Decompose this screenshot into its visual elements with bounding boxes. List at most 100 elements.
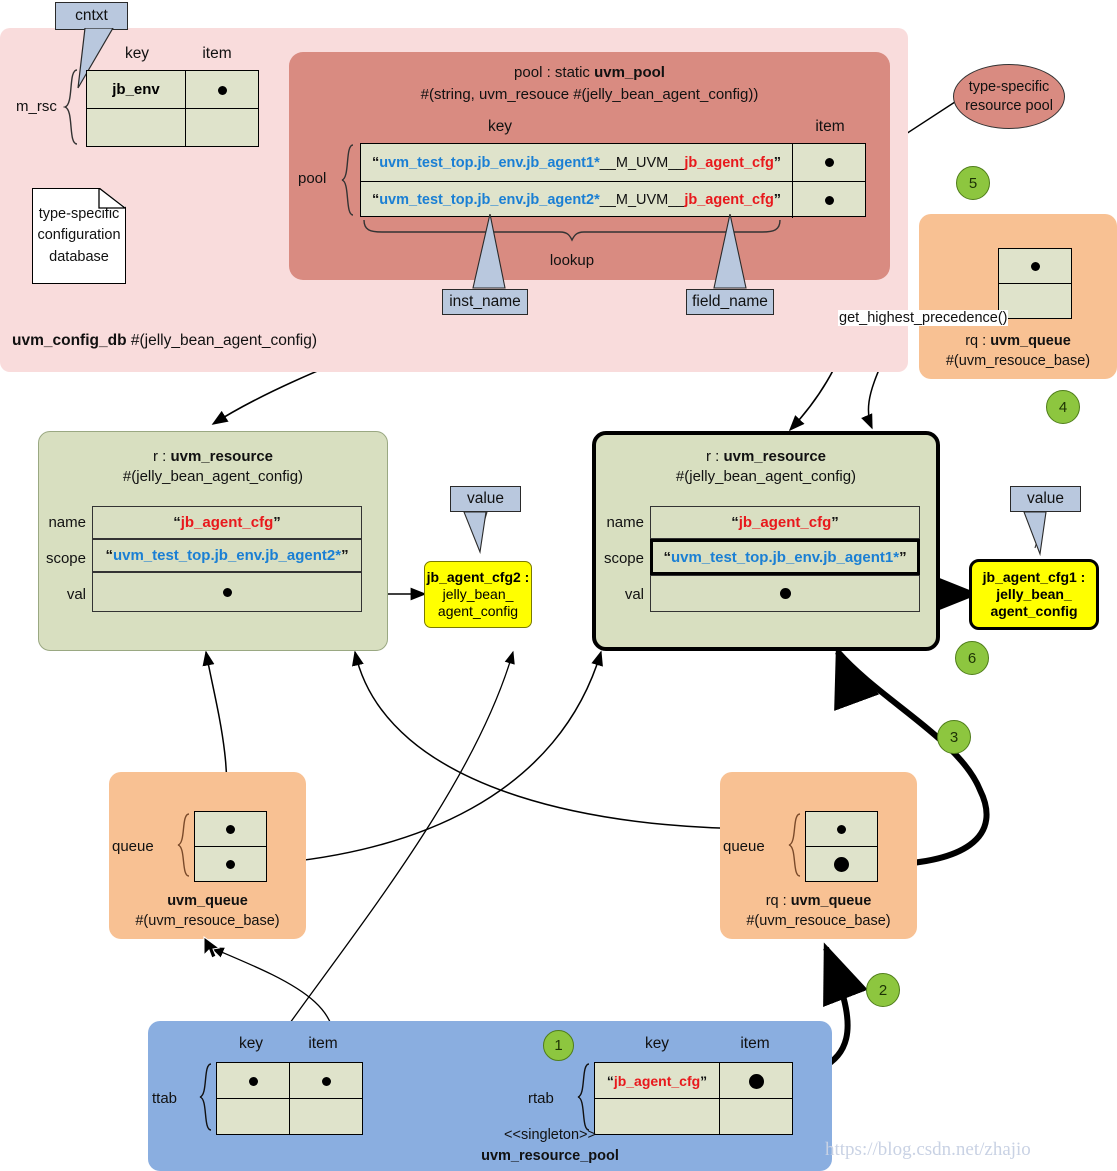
m-rsc-item-cell[interactable] bbox=[185, 70, 259, 109]
pool-label: pool bbox=[298, 170, 327, 187]
watermark: https://blog.csdn.net/zhajio bbox=[825, 1139, 1031, 1160]
queue-left-table[interactable] bbox=[194, 811, 267, 882]
table-row[interactable] bbox=[998, 248, 1072, 284]
m-rsc-key-value: jb_env bbox=[112, 81, 160, 98]
table-row[interactable] bbox=[805, 846, 878, 882]
queue-right-bold: uvm_queue bbox=[790, 893, 872, 909]
table-row[interactable]: “uvm_test_top.jb_env.jb_agent1* __M_UVM__… bbox=[361, 144, 865, 182]
pool-row-1-key-cell[interactable]: “uvm_test_top.jb_env.jb_agent2* __M_UVM__… bbox=[361, 182, 793, 218]
field-name-callout-tail bbox=[713, 214, 747, 289]
m-rsc-item-cell-empty[interactable] bbox=[185, 108, 259, 147]
m-rsc-label: m_rsc bbox=[16, 98, 57, 115]
jb-agent-cfg1-line3: agent_config bbox=[990, 602, 1078, 619]
jb-agent-cfg1-note[interactable]: jb_agent_cfg1 : jelly_bean_ agent_config bbox=[969, 559, 1099, 630]
tsrp-line-1: type-specific bbox=[968, 79, 1050, 96]
pool-row-1-inst: uvm_test_top.jb_env.jb_agent2* bbox=[379, 192, 600, 208]
m-rsc-table[interactable]: jb_env bbox=[86, 70, 259, 147]
type-specific-resource-pool-ellipse: type-specific resource pool bbox=[953, 64, 1065, 129]
table-row[interactable] bbox=[805, 811, 878, 847]
jb-agent-cfg1-head: jb_agent_cfg1 : bbox=[982, 569, 1086, 586]
pool-row-0-key-cell[interactable]: “uvm_test_top.jb_env.jb_agent1* __M_UVM__… bbox=[361, 144, 793, 181]
pool-table[interactable]: “uvm_test_top.jb_env.jb_agent1* __M_UVM__… bbox=[360, 143, 866, 218]
ttab-item-cell[interactable] bbox=[289, 1062, 363, 1099]
rtab-label: rtab bbox=[528, 1090, 554, 1107]
resource-left-name-label: name bbox=[48, 514, 86, 531]
pool-row-0-item-cell[interactable] bbox=[793, 144, 865, 181]
queue-left-bold: uvm_queue bbox=[167, 893, 248, 909]
step-circle-5: 5 bbox=[956, 166, 990, 200]
pointer-dot bbox=[226, 825, 235, 835]
get-highest-precedence-label: get_highest_precedence() bbox=[838, 310, 1009, 326]
resource-left-scope-field[interactable]: “uvm_test_top.jb_env.jb_agent2*” bbox=[92, 539, 362, 572]
rq-top-table[interactable] bbox=[998, 248, 1072, 319]
queue-right-sub: #(uvm_resouce_base) bbox=[746, 913, 891, 930]
table-row[interactable] bbox=[216, 1062, 363, 1099]
pool-row-0-mid: __M_UVM__ bbox=[599, 154, 685, 171]
queue-right-title-line1: rq : uvm_queue bbox=[720, 891, 917, 911]
resource-right-title-line1: r : uvm_resource bbox=[592, 447, 940, 467]
pointer-dot bbox=[217, 85, 227, 95]
jb-agent-cfg2-head: jb_agent_cfg2 : bbox=[426, 569, 530, 586]
jb-agent-cfg2-note[interactable]: jb_agent_cfg2 : jelly_bean_ agent_config bbox=[424, 561, 532, 628]
ttab-table[interactable] bbox=[216, 1062, 363, 1135]
queue-right-title: rq : uvm_queue #(uvm_resouce_base) bbox=[720, 891, 917, 932]
resource-right-val-field[interactable] bbox=[650, 575, 920, 612]
pool-row-1-item-cell[interactable] bbox=[793, 182, 865, 218]
table-row[interactable] bbox=[194, 846, 267, 882]
pointer-dot bbox=[321, 1076, 331, 1086]
queue-left-brace bbox=[177, 813, 190, 877]
step-circle-2: 2 bbox=[866, 973, 900, 1007]
value-callout-right[interactable]: value bbox=[1010, 486, 1081, 512]
inst-name-callout-tail bbox=[472, 214, 506, 289]
rtab-brace bbox=[577, 1063, 590, 1131]
jb-agent-cfg1-line2: jelly_bean_ bbox=[996, 586, 1072, 603]
resource-left-val-label: val bbox=[66, 586, 86, 603]
rtab-item-cell[interactable] bbox=[719, 1062, 793, 1099]
pool-title: pool : static uvm_pool #(string, uvm_res… bbox=[289, 62, 890, 106]
m-rsc-key-cell-empty[interactable] bbox=[86, 108, 186, 147]
queue-right-cell-0[interactable] bbox=[805, 811, 878, 847]
rq-top-title-line1: rq : uvm_queue bbox=[919, 331, 1117, 351]
ttab-key-cell[interactable] bbox=[216, 1062, 290, 1099]
resource-right-name-field[interactable]: “jb_agent_cfg” bbox=[650, 506, 920, 539]
m-rsc-key-cell[interactable]: jb_env bbox=[86, 70, 186, 109]
rq-top-cell-1[interactable] bbox=[998, 283, 1072, 319]
resource-right-title-line2: #(jelly_bean_agent_config) bbox=[675, 468, 857, 486]
table-row[interactable]: “jb_agent_cfg” bbox=[594, 1062, 793, 1099]
cntxt-callout[interactable]: cntxt bbox=[55, 2, 128, 30]
ttab-key-cell-empty[interactable] bbox=[216, 1098, 290, 1135]
table-row[interactable] bbox=[86, 108, 259, 147]
table-row[interactable] bbox=[216, 1098, 363, 1135]
resource-pool-name: uvm_resource_pool bbox=[481, 1148, 619, 1165]
step-1-label: 1 bbox=[554, 1037, 563, 1054]
rq-top-cell-0[interactable] bbox=[998, 248, 1072, 284]
queue-right-cell-1[interactable] bbox=[805, 846, 878, 882]
rtab-key-cell[interactable]: “jb_agent_cfg” bbox=[594, 1062, 720, 1099]
value-callout-left[interactable]: value bbox=[450, 486, 521, 512]
resource-right-name-value: jb_agent_cfg bbox=[738, 514, 832, 531]
diagram-canvas: uvm_config_db #(jelly_bean_agent_config)… bbox=[0, 0, 1117, 1171]
field-name-callout[interactable]: field_name bbox=[686, 289, 774, 315]
resource-right-val-label: val bbox=[624, 586, 644, 603]
pointer-dot bbox=[837, 825, 846, 835]
inst-name-callout[interactable]: inst_name bbox=[442, 289, 528, 315]
pool-item-header: item bbox=[815, 118, 845, 135]
ttab-item-cell-empty[interactable] bbox=[289, 1098, 363, 1135]
queue-left-cell-0[interactable] bbox=[194, 811, 267, 847]
resource-left-name-field[interactable]: “jb_agent_cfg” bbox=[92, 506, 362, 539]
queue-left-cell-1[interactable] bbox=[194, 846, 267, 882]
resource-left-prefix: r : bbox=[152, 448, 171, 465]
table-row[interactable] bbox=[194, 811, 267, 847]
resource-right-scope-field[interactable]: “uvm_test_top.jb_env.jb_agent1*” bbox=[650, 539, 920, 575]
config-db-caption-rest: #(jelly_bean_agent_config) bbox=[126, 332, 317, 349]
rtab-key-value: jb_agent_cfg bbox=[613, 1072, 701, 1089]
queue-right-table[interactable] bbox=[805, 811, 878, 882]
queue-left-sub: #(uvm_resouce_base) bbox=[135, 913, 280, 930]
rtab-item-cell-empty[interactable] bbox=[719, 1098, 793, 1135]
table-row[interactable]: jb_env bbox=[86, 70, 259, 109]
pool-title-line2: #(string, uvm_resouce #(jelly_bean_agent… bbox=[420, 85, 759, 103]
table-row[interactable]: “uvm_test_top.jb_env.jb_agent2* __M_UVM__… bbox=[361, 182, 865, 218]
resource-left-val-field[interactable] bbox=[92, 572, 362, 612]
table-row[interactable] bbox=[998, 283, 1072, 319]
value-callout-left-label: value bbox=[466, 490, 505, 507]
